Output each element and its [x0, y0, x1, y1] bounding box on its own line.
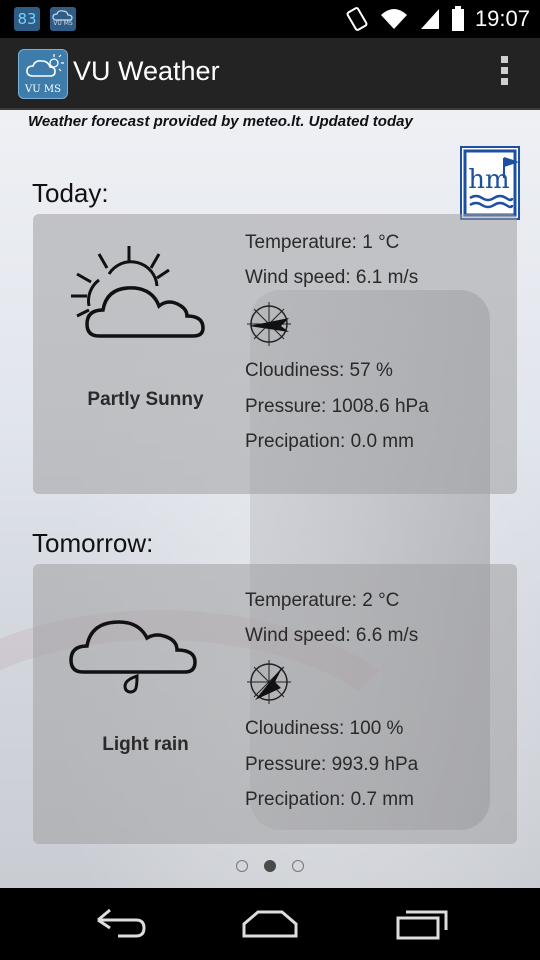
- recent-apps-icon[interactable]: [392, 906, 452, 942]
- today-cloudiness: Cloudiness: 57 %: [245, 360, 393, 381]
- overflow-menu-button[interactable]: [498, 56, 510, 90]
- page-dot[interactable]: [236, 860, 248, 872]
- menu-dot: [500, 56, 508, 63]
- tomorrow-wind-speed: Wind speed: 6.6 m/s: [245, 625, 419, 646]
- navigation-bar: [0, 888, 540, 960]
- wifi-icon: [380, 9, 407, 29]
- page-dot-active[interactable]: [264, 860, 276, 872]
- page-indicator[interactable]: [236, 860, 304, 872]
- app-icon[interactable]: VU MS: [18, 49, 68, 99]
- forecast-source-note: Weather forecast provided by meteo.lt. U…: [28, 113, 413, 130]
- today-precipitation: Precipation: 0.0 mm: [245, 431, 414, 452]
- battery-icon: [451, 6, 464, 31]
- tomorrow-precipitation: Precipation: 0.7 mm: [245, 789, 414, 810]
- clock: 19:07: [474, 6, 530, 31]
- tomorrow-heading: Tomorrow:: [32, 528, 154, 558]
- app-icon-caption: VU MS: [25, 84, 61, 95]
- forecast-pager[interactable]: Weather forecast provided by meteo.lt. U…: [0, 110, 540, 888]
- tomorrow-cloudiness: Cloudiness: 100 %: [245, 718, 404, 739]
- cloud-sun-icon: [26, 54, 64, 77]
- today-forecast-card: Partly Sunny Temperature: 1 °C Wind spee…: [33, 214, 517, 494]
- notification-count-badge: 83: [14, 7, 40, 31]
- tomorrow-temperature: Temperature: 2 °C: [245, 590, 400, 611]
- partly-sunny-icon: [71, 246, 205, 338]
- tomorrow-forecast-card: Light rain Temperature: 2 °C Wind speed:…: [33, 564, 517, 844]
- today-pressure: Pressure: 1008.6 hPa: [245, 396, 429, 417]
- home-icon[interactable]: [240, 906, 300, 942]
- today-condition: Partly Sunny: [87, 389, 204, 410]
- wind-direction-icon: [247, 302, 291, 346]
- light-rain-icon: [69, 620, 197, 694]
- app-title: VU Weather: [73, 56, 220, 86]
- status-bar: 83 VU MS 19:07: [0, 0, 540, 38]
- menu-dot: [500, 67, 508, 74]
- hydrometeorology-logo: hm: [460, 146, 520, 220]
- app-notification-icon: VU MS: [50, 7, 76, 31]
- today-temperature: Temperature: 1 °C: [245, 232, 400, 253]
- today-wind-speed: Wind speed: 6.1 m/s: [245, 267, 419, 288]
- signal-icon: [420, 9, 439, 29]
- back-icon[interactable]: [90, 906, 150, 942]
- page-dot[interactable]: [292, 860, 304, 872]
- vibrate-icon: [346, 7, 368, 31]
- wind-direction-icon: [247, 660, 291, 704]
- app-bar: VU MS VU Weather: [0, 38, 540, 110]
- tomorrow-pressure: Pressure: 993.9 hPa: [245, 754, 419, 775]
- menu-dot: [500, 78, 508, 85]
- tomorrow-condition: Light rain: [102, 734, 189, 755]
- today-heading: Today:: [32, 178, 109, 208]
